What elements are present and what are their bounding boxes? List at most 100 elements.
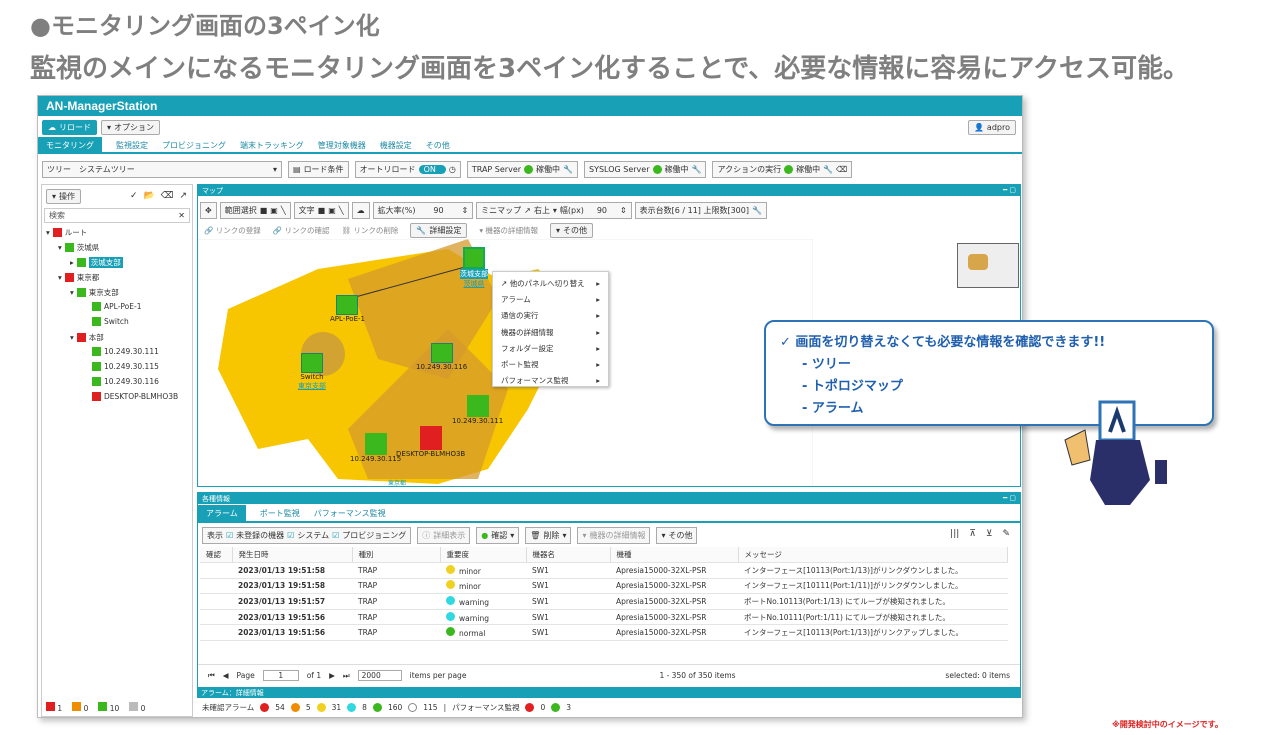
square-outline-icon[interactable]: ▣: [270, 206, 278, 215]
tree-item-tokyo-branch[interactable]: ▾ 東京支部: [70, 287, 119, 298]
column-header[interactable]: メッセージ: [738, 547, 1008, 564]
ctx-switch-panel[interactable]: ↗ 他のパネルへ切り替え ▸: [493, 275, 608, 291]
display-count[interactable]: 表示台数[6 / 11] 上限数[300] 🔧: [634, 202, 767, 219]
table-row[interactable]: 2023/01/13 19:51:58 TRAP minor SW1 Apresia15…: [200, 562, 1008, 579]
square-icon[interactable]: ■: [260, 206, 268, 215]
auto-reload-toggle[interactable]: ON: [418, 165, 446, 174]
link-register-button[interactable]: 🔗 リンクの登録: [204, 225, 261, 236]
square-icon[interactable]: ■: [318, 206, 326, 215]
tree-item-device[interactable]: 10.249.30.116: [92, 377, 159, 386]
column-header[interactable]: 機器名: [526, 547, 611, 564]
tab-other[interactable]: その他: [426, 140, 450, 151]
load-condition-button[interactable]: ▤ ロード条件: [288, 161, 349, 178]
detail-settings-button[interactable]: 🔧 詳細設定: [410, 223, 468, 238]
device-detail-button[interactable]: ▾ 機器の詳細情報: [577, 527, 651, 544]
map-other-button[interactable]: ▾ その他: [550, 223, 594, 238]
minimap[interactable]: [957, 243, 1019, 288]
text-tool-group[interactable]: 文字 ■ ▣ ╲: [293, 202, 349, 219]
tree-item-honbu[interactable]: ▾ 本部: [70, 332, 104, 343]
tree-item-tokyo[interactable]: ▾ 東京都: [58, 272, 99, 283]
prev-page-icon[interactable]: ◀: [223, 671, 229, 680]
window-controls-icon[interactable]: ━ ▢: [1003, 186, 1016, 194]
wrench-icon[interactable]: 🔧: [563, 165, 573, 174]
tab-provisioning[interactable]: プロビジョニング: [162, 140, 226, 151]
tree-search-input[interactable]: 検索 ✕: [44, 208, 190, 223]
checkbox-checked-icon[interactable]: ☑: [287, 531, 294, 540]
next-page-icon[interactable]: ▶: [329, 671, 335, 680]
line-icon[interactable]: ╲: [339, 206, 344, 215]
tree-item-device[interactable]: APL-PoE-1: [92, 302, 141, 311]
eraser-icon[interactable]: ⌫: [161, 191, 174, 201]
column-header[interactable]: 機種: [610, 547, 739, 564]
tree-item-root[interactable]: ▾ ルート: [46, 227, 87, 238]
cloud-icon[interactable]: ☁: [351, 202, 370, 219]
delete-button[interactable]: 🗑 削除 ▾: [525, 527, 572, 544]
filter-icon[interactable]: ⊻: [986, 529, 993, 539]
map-node-116[interactable]: 10.249.30.116: [416, 343, 467, 371]
column-header[interactable]: 種別: [352, 547, 441, 564]
filter-clear-icon[interactable]: ⊼: [969, 529, 976, 539]
device-detail-button[interactable]: ▾ 機器の詳細情報: [479, 225, 538, 236]
ctx-performance[interactable]: パフォーマンス監視 ▸: [493, 373, 608, 389]
tree-item-device[interactable]: Switch: [92, 317, 129, 326]
folder-icon[interactable]: 📂: [144, 191, 155, 201]
tab-monitoring[interactable]: モニタリング: [38, 136, 102, 154]
minimap-settings[interactable]: ミニマップ ↗ 右上 ▾ 幅(px) 90 ⇕: [476, 202, 632, 219]
ctx-port[interactable]: ポート監視 ▸: [493, 356, 608, 372]
map-node-ibaraki-branch[interactable]: 茨城支部 茨城県: [460, 247, 488, 289]
column-header[interactable]: 確認: [200, 547, 233, 564]
ctx-folder[interactable]: フォルダー設定 ▸: [493, 340, 608, 356]
wrench-icon[interactable]: 🔧: [752, 206, 762, 215]
tab-performance[interactable]: パフォーマンス監視: [314, 508, 386, 519]
tab-port[interactable]: ポート監視: [260, 508, 300, 519]
tree-item-device[interactable]: 10.249.30.115: [92, 362, 159, 371]
table-row[interactable]: 2023/01/13 19:51:56 TRAP warning SW1 Apresia…: [200, 609, 1008, 626]
tree-ops-button[interactable]: ▾ 操作: [46, 189, 82, 204]
window-controls-icon[interactable]: ━ ▢: [1003, 494, 1016, 502]
user-button[interactable]: 👤 adpro: [967, 120, 1016, 135]
info-other-button[interactable]: ▾ その他: [656, 527, 698, 544]
tab-monitor-settings[interactable]: 監視設定: [116, 140, 148, 151]
range-select-group[interactable]: 範囲選択 ■ ▣ ╲: [219, 202, 291, 219]
column-header[interactable]: 重要度: [440, 547, 527, 564]
map-node-115[interactable]: 10.249.30.115: [350, 433, 401, 463]
detail-view-button[interactable]: ⓘ 詳細表示: [417, 527, 471, 544]
table-row[interactable]: 2023/01/13 19:51:57 TRAP warning SW1 Apresia…: [200, 593, 1008, 610]
first-page-icon[interactable]: ⏮: [208, 671, 215, 681]
last-page-icon[interactable]: ⏭: [343, 671, 350, 681]
map-node-switch[interactable]: Switch 東京支部: [298, 353, 326, 391]
wrench-icon[interactable]: 🔧: [823, 165, 833, 174]
tab-tracking[interactable]: 端末トラッキング: [240, 140, 304, 151]
tree-item-device[interactable]: 10.249.30.111: [92, 347, 159, 356]
ctx-alarm[interactable]: アラーム ▸: [493, 291, 608, 307]
checkbox-checked-icon[interactable]: ☑: [226, 531, 233, 540]
ctx-communication[interactable]: 通信の実行 ▸: [493, 308, 608, 324]
options-button[interactable]: ▾ オプション: [101, 120, 161, 135]
checkbox-checked-icon[interactable]: ☑: [332, 531, 339, 540]
wrench-icon[interactable]: 🔧: [692, 165, 702, 174]
tab-managed-devices[interactable]: 管理対象機器: [318, 140, 366, 151]
map-node-apl-poe[interactable]: APL-PoE-1: [330, 295, 365, 323]
table-row[interactable]: 2023/01/13 19:51:58 TRAP minor SW1 Apresia15…: [200, 578, 1008, 595]
eraser-icon[interactable]: ⌫: [836, 165, 847, 174]
move-icon[interactable]: ✥: [200, 202, 217, 219]
tree-item-ibaraki[interactable]: ▾ 茨城県: [58, 242, 99, 253]
tree-item-device[interactable]: DESKTOP-BLMHO3B: [92, 392, 178, 401]
link-delete-button[interactable]: ⛓ リンクの削除: [341, 225, 398, 236]
edit-icon[interactable]: ✎: [1002, 529, 1010, 539]
map-node-desktop[interactable]: DESKTOP-BLMHO3B: [396, 426, 465, 458]
link-confirm-button[interactable]: 🔗 リンクの確認: [273, 225, 330, 236]
map-node-tokyo[interactable]: 東京都: [388, 478, 406, 486]
ctx-device-detail[interactable]: 機器の詳細情報 ▸: [493, 324, 608, 340]
square-outline-icon[interactable]: ▣: [328, 206, 336, 215]
tree-item-ibaraki-branch[interactable]: ▸ 茨城支部: [70, 257, 123, 268]
map-node-111[interactable]: 10.249.30.111: [452, 395, 503, 425]
columns-icon[interactable]: |||: [950, 529, 959, 539]
table-row[interactable]: 2023/01/13 19:51:56 TRAP normal SW1 Apresia1…: [200, 624, 1008, 642]
confirm-button[interactable]: ● 確認 ▾: [476, 527, 520, 544]
tree-select[interactable]: ツリー システムツリー ▾: [42, 161, 282, 178]
check-all-icon[interactable]: ✓: [130, 191, 138, 201]
page-input[interactable]: 1: [262, 670, 299, 681]
tab-alarm[interactable]: アラーム: [198, 505, 246, 522]
line-icon[interactable]: ╲: [281, 206, 286, 215]
